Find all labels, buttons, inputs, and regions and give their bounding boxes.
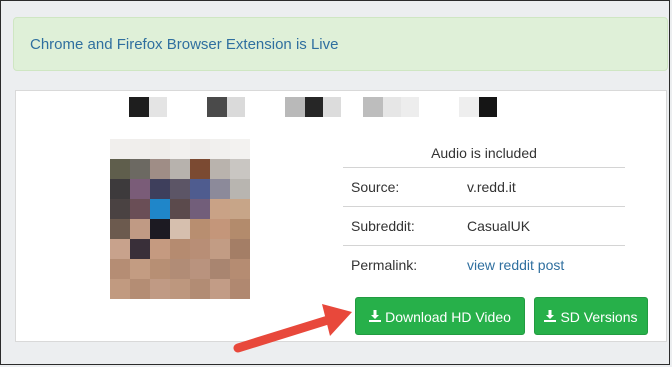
audio-caption: Audio is included <box>343 139 625 168</box>
subreddit-label: Subreddit: <box>351 218 415 234</box>
permalink-link[interactable]: view reddit post <box>467 246 564 284</box>
sd-versions-button[interactable]: SD Versions <box>534 297 648 335</box>
video-thumbnail[interactable] <box>110 139 250 299</box>
subreddit-value: CasualUK <box>467 218 531 234</box>
subreddit-row: Subreddit: CasualUK <box>343 207 625 246</box>
source-value: v.redd.it <box>467 179 516 195</box>
post-title-pixelated <box>129 97 497 117</box>
red-pointer-arrow-icon <box>233 304 352 353</box>
permalink-label: Permalink: <box>351 257 418 273</box>
source-row: Source: v.redd.it <box>343 168 625 207</box>
source-label: Source: <box>351 179 400 195</box>
sd-versions-label: SD Versions <box>560 309 638 325</box>
download-hd-button[interactable]: Download HD Video <box>355 297 525 335</box>
download-hd-label: Download HD Video <box>385 309 511 325</box>
extension-banner: Chrome and Firefox Browser Extension is … <box>13 17 668 71</box>
permalink-row: Permalink: view reddit post <box>343 246 625 284</box>
video-info-table: Audio is included Source: v.redd.it Subr… <box>343 139 625 284</box>
extension-banner-link[interactable]: Chrome and Firefox Browser Extension is … <box>30 36 338 53</box>
download-icon <box>544 299 557 337</box>
download-icon <box>369 299 382 337</box>
